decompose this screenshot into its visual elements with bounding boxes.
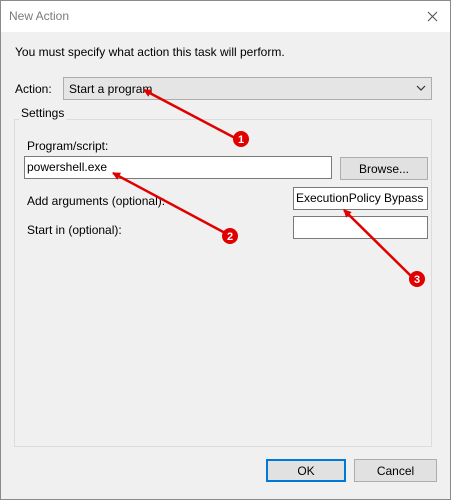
title-bar[interactable]: New Action (1, 1, 450, 32)
action-select[interactable]: Start a program (63, 77, 432, 100)
add-arguments-label: Add arguments (optional): (27, 194, 166, 208)
browse-button[interactable]: Browse... (340, 157, 428, 180)
intro-text: You must specify what action this task w… (15, 45, 285, 59)
action-label: Action: (15, 82, 52, 96)
new-action-dialog: New Action You must specify what action … (0, 0, 451, 500)
add-arguments-input[interactable]: ExecutionPolicy Bypass - (293, 187, 428, 210)
close-button[interactable] (414, 1, 450, 32)
chevron-down-icon (416, 85, 426, 91)
cancel-button[interactable]: Cancel (354, 459, 437, 482)
start-in-input[interactable] (293, 216, 428, 239)
ok-button[interactable]: OK (266, 459, 346, 482)
close-icon (427, 11, 437, 22)
program-script-label: Program/script: (27, 139, 109, 153)
start-in-label: Start in (optional): (27, 223, 122, 237)
program-script-input[interactable]: powershell.exe (24, 156, 332, 179)
settings-group-title: Settings (19, 106, 67, 120)
action-select-value: Start a program (69, 82, 153, 96)
window-title: New Action (9, 9, 70, 23)
